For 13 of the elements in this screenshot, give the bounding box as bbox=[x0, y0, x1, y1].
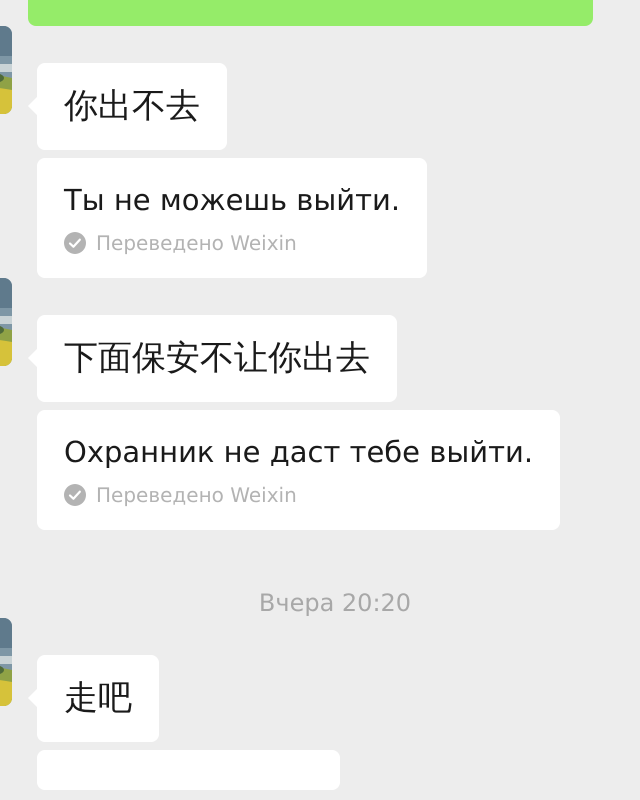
check-icon bbox=[64, 484, 86, 506]
translation-bubble[interactable]: Ты не можешь выйти. Переведено Weixin bbox=[37, 158, 428, 278]
translation-text: Ты не можешь выйти. bbox=[64, 182, 400, 219]
translation-text: Охранник не даст тебе выйти. bbox=[64, 434, 534, 471]
message-bubble[interactable] bbox=[28, 0, 593, 26]
message-text: 下面保安不让你出去 bbox=[64, 338, 370, 378]
translation-label: Переведено Weixin bbox=[96, 230, 297, 256]
timestamp: Вчера 20:20 bbox=[258, 589, 412, 617]
message-text: 走吧 bbox=[64, 678, 132, 718]
translation-bubble[interactable]: Охранник не даст тебе выйти. Переведено Weixin bbox=[37, 410, 560, 530]
check-icon bbox=[64, 232, 86, 254]
message-text: 你出不去 bbox=[64, 86, 200, 126]
translation-label: Переведено Weixin bbox=[96, 482, 297, 508]
